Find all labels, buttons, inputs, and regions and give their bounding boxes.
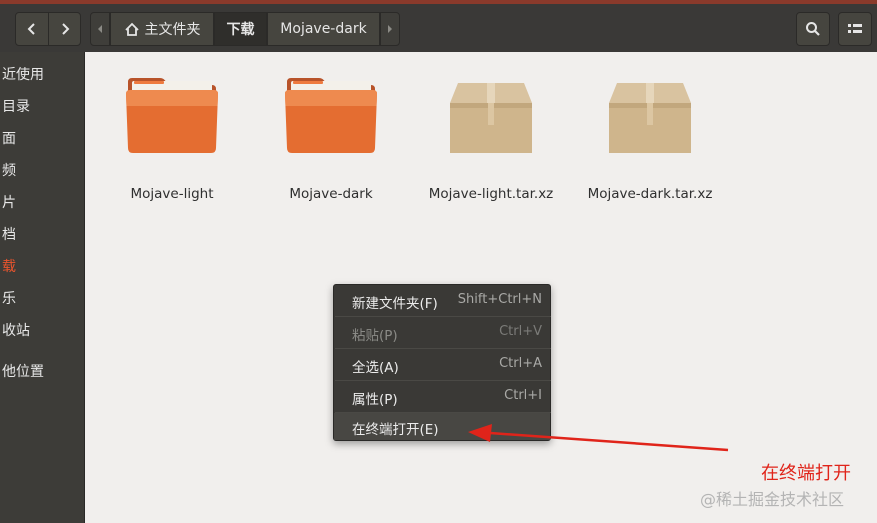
file-name: Mojave-dark xyxy=(289,186,373,202)
file-name: Mojave-light xyxy=(130,186,214,202)
file-item[interactable]: Mojave-light.tar.xz xyxy=(421,76,561,211)
header-toolbar: 主文件夹 下载 Mojave-dark xyxy=(0,4,877,52)
sidebar-item-pictures[interactable]: 片 xyxy=(2,192,16,212)
breadcrumb-home-label: 主文件夹 xyxy=(144,22,201,38)
file-name: Mojave-dark.tar.xz xyxy=(587,186,713,202)
chevron-right-icon xyxy=(61,23,69,35)
package-archive-icon xyxy=(609,83,691,153)
menu-item-new-folder[interactable]: 新建文件夹(F) Shift+Ctrl+N xyxy=(334,285,550,316)
folder-icon xyxy=(285,78,377,153)
annotation-label: 在终端打开 xyxy=(761,463,851,484)
file-item[interactable]: Mojave-dark xyxy=(261,76,401,211)
path-scroll-left-button[interactable] xyxy=(90,12,110,46)
sidebar-item-recent[interactable]: 近使用 xyxy=(2,64,44,84)
sidebar-item-trash[interactable]: 收站 xyxy=(2,320,30,340)
file-item[interactable]: Mojave-light xyxy=(102,76,242,211)
file-item[interactable]: Mojave-dark.tar.xz xyxy=(580,76,720,211)
triangle-right-icon xyxy=(388,25,392,33)
sidebar-item-home[interactable]: 目录 xyxy=(2,96,30,116)
menu-item-label: 在终端打开(E) xyxy=(352,422,439,438)
breadcrumb-downloads-label: 下载 xyxy=(226,22,255,38)
back-button[interactable] xyxy=(15,12,49,46)
menu-item-label: 新建文件夹(F) xyxy=(352,296,438,312)
sidebar-item-music[interactable]: 乐 xyxy=(2,288,16,308)
menu-item-label: 全选(A) xyxy=(352,360,399,376)
home-icon xyxy=(124,22,139,36)
context-menu: 新建文件夹(F) Shift+Ctrl+N 粘贴(P) Ctrl+V 全选(A)… xyxy=(333,284,551,441)
search-button[interactable] xyxy=(796,12,830,46)
menu-item-shortcut: Ctrl+V xyxy=(499,324,542,339)
view-menu-button[interactable] xyxy=(838,12,872,46)
sidebar-item-desktop[interactable]: 面 xyxy=(2,128,16,148)
triangle-left-icon xyxy=(98,25,102,33)
menu-item-open-in-terminal[interactable]: 在终端打开(E) xyxy=(334,413,550,440)
menu-item-shortcut: Shift+Ctrl+N xyxy=(457,292,542,307)
path-scroll-right-button[interactable] xyxy=(380,12,400,46)
sidebar-item-other-locations[interactable]: 他位置 xyxy=(2,361,44,381)
breadcrumb-mojave-dark[interactable]: Mojave-dark xyxy=(267,12,380,46)
watermark: @稀土掘金技术社区 xyxy=(700,490,845,509)
chevron-left-icon xyxy=(27,23,35,35)
sidebar-item-documents[interactable]: 档 xyxy=(2,224,16,244)
folder-icon xyxy=(126,78,218,153)
menu-item-label: 属性(P) xyxy=(352,392,398,408)
sidebar-item-downloads[interactable]: 载 xyxy=(2,256,16,276)
menu-item-properties[interactable]: 属性(P) Ctrl+I xyxy=(334,381,550,412)
menu-item-paste[interactable]: 粘贴(P) Ctrl+V xyxy=(334,317,550,348)
forward-button[interactable] xyxy=(48,12,81,46)
search-icon xyxy=(806,22,820,36)
view-menu-icon xyxy=(848,24,862,33)
breadcrumb-home[interactable]: 主文件夹 xyxy=(110,12,214,46)
file-name: Mojave-light.tar.xz xyxy=(428,186,554,202)
menu-item-label: 粘贴(P) xyxy=(352,328,398,344)
places-sidebar: 近使用 目录 面 频 片 档 载 乐 收站 他位置 xyxy=(0,52,85,523)
breadcrumb-downloads[interactable]: 下载 xyxy=(214,12,267,46)
sidebar-item-videos[interactable]: 频 xyxy=(2,160,16,180)
breadcrumb-mojave-dark-label: Mojave-dark xyxy=(280,21,367,37)
menu-item-shortcut: Ctrl+I xyxy=(504,388,542,403)
package-archive-icon xyxy=(450,83,532,153)
menu-item-shortcut: Ctrl+A xyxy=(499,356,542,371)
menu-item-select-all[interactable]: 全选(A) Ctrl+A xyxy=(334,349,550,380)
